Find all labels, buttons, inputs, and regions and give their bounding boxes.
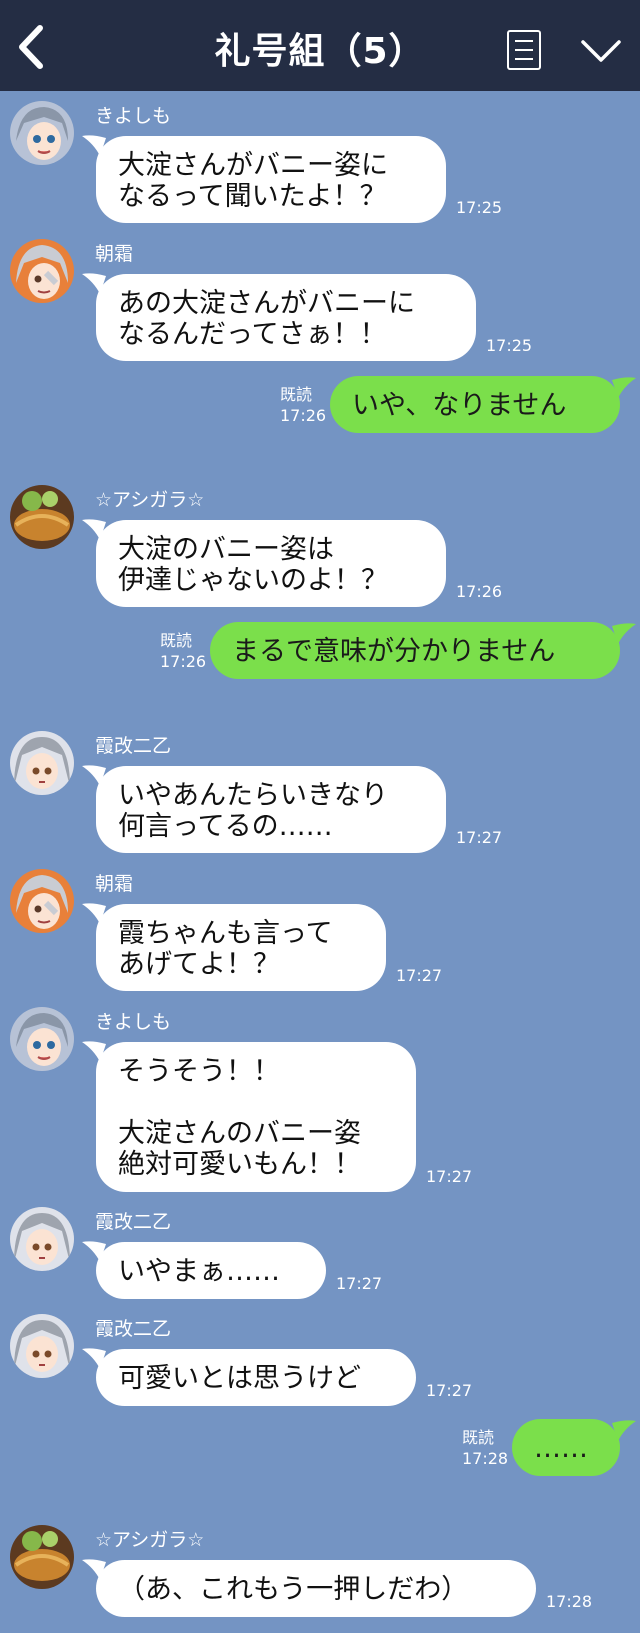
message-time: 17:27: [426, 1381, 473, 1400]
bubble-tail: [612, 1420, 636, 1441]
message-bubble[interactable]: いやまぁ……: [96, 1242, 326, 1299]
message-bubble[interactable]: いやあんたらいきなり 何言ってるの……: [96, 766, 446, 853]
menu-list-icon[interactable]: [507, 30, 541, 70]
sender-name: 霞改二乙: [95, 735, 172, 757]
chat-header: 礼号組（5）: [0, 0, 640, 91]
message-bubble[interactable]: 可愛いとは思うけど: [96, 1349, 416, 1406]
message-time: 17:25: [486, 336, 533, 355]
sender-name: きよしも: [95, 105, 172, 127]
message-time: 17:25: [456, 198, 503, 217]
message-bubble[interactable]: 霞ちゃんも言って あげてよ！？: [96, 904, 386, 991]
message-time: 17:27: [396, 966, 443, 985]
message-time: 17:27: [426, 1167, 473, 1186]
message-bubble[interactable]: そうそう！！ 大淀さんのバニー姿 絶対可愛いもん！！: [96, 1042, 416, 1192]
message-time: 17:28: [462, 1449, 509, 1468]
message-bubble[interactable]: （あ、これもう一押しだわ）: [96, 1560, 536, 1617]
sender-name: きよしも: [95, 1011, 172, 1033]
avatar-ashigara[interactable]: [10, 1525, 74, 1589]
message-bubble[interactable]: あの大淀さんがバニーに なるんだってさぁ！！: [96, 274, 476, 361]
avatar-kiyoshimo[interactable]: [10, 101, 74, 165]
bubble-tail: [612, 623, 636, 644]
read-receipt: 既読 17:26: [280, 384, 326, 426]
chevron-down-icon[interactable]: [580, 38, 622, 64]
message-bubble-sent[interactable]: まるで意味が分かりません: [210, 622, 620, 679]
message-time: 17:26: [456, 582, 503, 601]
message-time: 17:26: [280, 406, 327, 425]
chat-title: 礼号組（5）: [214, 31, 426, 72]
sender-name: ☆アシガラ☆: [95, 489, 205, 511]
sender-name: ☆アシガラ☆: [95, 1529, 205, 1551]
avatar-kasumi[interactable]: [10, 731, 74, 795]
avatar-kasumi[interactable]: [10, 1207, 74, 1271]
avatar-kiyoshimo[interactable]: [10, 1007, 74, 1071]
message-time: 17:27: [336, 1274, 383, 1293]
read-label: 既読: [160, 631, 193, 650]
bubble-tail: [612, 377, 636, 398]
read-receipt: 既読 17:26: [160, 630, 206, 672]
avatar-asashimo[interactable]: [10, 869, 74, 933]
sender-name: 霞改二乙: [95, 1211, 172, 1233]
avatar-kasumi[interactable]: [10, 1314, 74, 1378]
sender-name: 朝霜: [95, 873, 134, 895]
avatar-ashigara[interactable]: [10, 485, 74, 549]
sender-name: 朝霜: [95, 243, 134, 265]
read-label: 既読: [280, 385, 313, 404]
avatar-asashimo[interactable]: [10, 239, 74, 303]
message-list[interactable]: きよしも 大淀さんがバニー姿に なるって聞いたよ！？ 17:25 朝霜 あの大淀…: [0, 91, 640, 1633]
message-bubble[interactable]: 大淀のバニー姿は 伊達じゃないのよ！？: [96, 520, 446, 607]
message-bubble-sent[interactable]: ……: [512, 1419, 620, 1476]
message-time: 17:27: [456, 828, 503, 847]
message-bubble[interactable]: 大淀さんがバニー姿に なるって聞いたよ！？: [96, 136, 446, 223]
read-receipt: 既読 17:28: [462, 1427, 508, 1469]
read-label: 既読: [462, 1428, 495, 1447]
sender-name: 霞改二乙: [95, 1318, 172, 1340]
message-time: 17:26: [160, 652, 207, 671]
message-time: 17:28: [546, 1592, 593, 1611]
message-bubble-sent[interactable]: いや、なりません: [330, 376, 620, 433]
